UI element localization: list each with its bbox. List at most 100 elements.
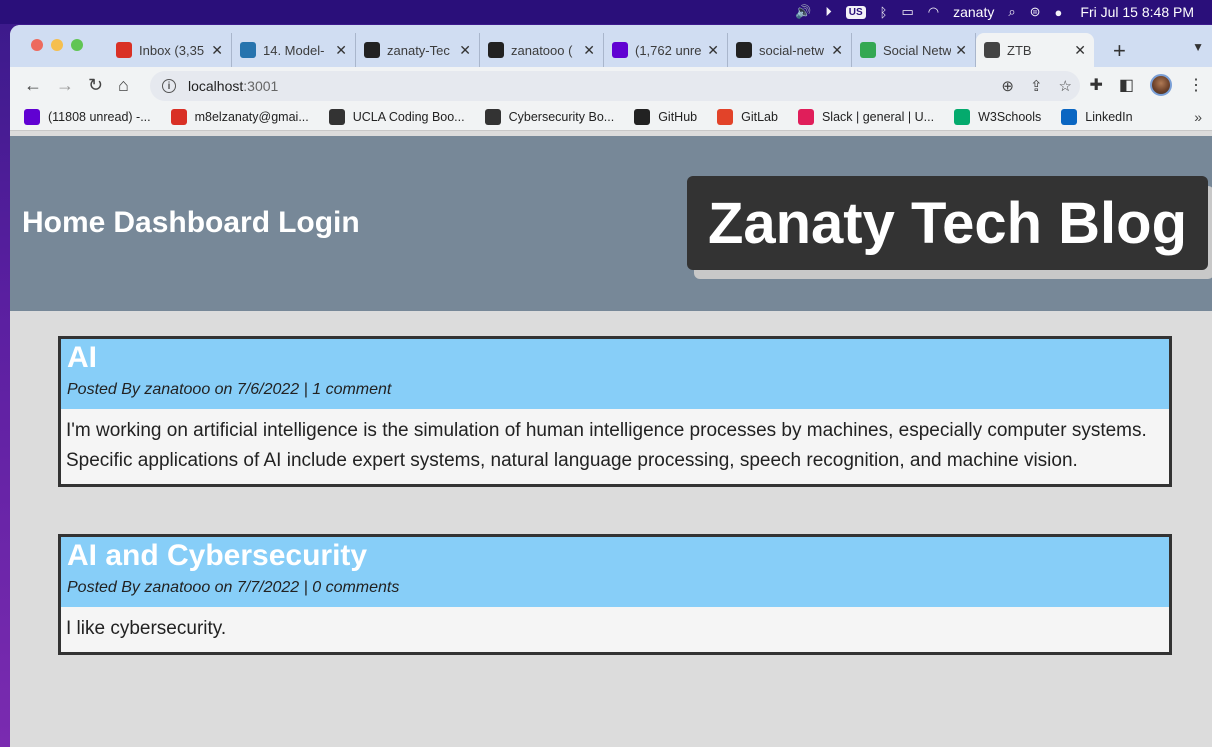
browser-tab[interactable]: (1,762 unre ✕ xyxy=(604,33,728,67)
more-bookmarks-chevron-icon[interactable]: » xyxy=(1194,109,1202,125)
home-button[interactable]: ⌂ xyxy=(118,75,129,96)
post-body: I like cybersecurity. xyxy=(66,618,227,639)
browser-tab[interactable]: zanatooo (✕ xyxy=(480,33,604,67)
bookmark-item[interactable]: Cybersecurity Bo... xyxy=(484,109,615,125)
post-meta: Posted By zanatooo on 7/6/2022 | 1 comme… xyxy=(67,381,392,398)
gmail-icon xyxy=(116,42,132,58)
url-host: localhost xyxy=(188,78,244,94)
share-icon[interactable]: ⇪ xyxy=(1030,77,1043,95)
tab-label: social-netw xyxy=(759,42,825,58)
siri-icon[interactable]: ● xyxy=(1055,5,1063,20)
side-panel-icon[interactable]: ◧ xyxy=(1119,75,1134,95)
tab-close-icon[interactable]: ✕ xyxy=(459,42,471,59)
tab-close-icon[interactable]: ✕ xyxy=(955,42,967,59)
github-icon xyxy=(736,42,752,58)
tab-close-icon[interactable]: ✕ xyxy=(831,42,843,59)
tab-label: Social Netw xyxy=(883,42,952,58)
tab-search-chevron-icon[interactable]: ▼ xyxy=(1192,40,1204,54)
battery-icon[interactable]: ▭ xyxy=(901,4,913,20)
bookmark-label: (11808 unread) -... xyxy=(48,110,151,124)
bookmark-item[interactable]: Slack | general | U... xyxy=(797,109,935,125)
menubar-user[interactable]: zanaty xyxy=(953,4,994,20)
nav-dashboard-link[interactable]: Dashboard xyxy=(113,206,270,239)
bookmark-label: UCLA Coding Boo... xyxy=(352,110,465,124)
post-title[interactable]: AI and Cybersecurity xyxy=(67,539,1163,573)
bookmark-label: GitHub xyxy=(658,110,698,124)
browser-window: Inbox (3,35 ✕ 14. Model- ✕ zanaty-Tec ✕ zanato… xyxy=(10,25,1212,747)
ucla-icon xyxy=(240,42,256,58)
post-card[interactable]: AI Posted By zanatooo on 7/6/2022 | 1 co… xyxy=(58,336,1172,487)
address-bar[interactable]: i localhost:3001 ⊕ ⇪ ☆ xyxy=(150,71,1080,101)
profile-avatar[interactable] xyxy=(1150,74,1172,96)
tab-close-icon[interactable]: ✕ xyxy=(707,42,719,59)
browser-tab[interactable]: Inbox (3,35 ✕ xyxy=(108,33,232,67)
github-icon xyxy=(364,42,380,58)
post-title[interactable]: AI xyxy=(67,341,1163,375)
browser-tab[interactable]: zanaty-Tec ✕ xyxy=(356,33,480,67)
browser-tab[interactable]: social-netw ✕ xyxy=(728,33,852,67)
bookmark-item[interactable]: GitLab xyxy=(717,109,778,125)
bookmarks-bar: (11808 unread) -... m8elzanaty@gmai... UCL… xyxy=(10,104,1212,131)
site-nav: Home Dashboard Login xyxy=(22,206,368,240)
bookmark-item[interactable]: m8elzanaty@gmai... xyxy=(170,109,309,125)
browser-tab[interactable]: Social Netw ✕ xyxy=(852,33,976,67)
site-brand-title[interactable]: Zanaty Tech Blog xyxy=(687,176,1208,270)
post-card[interactable]: AI and Cybersecurity Posted By zanatooo … xyxy=(58,534,1172,655)
input-source-badge[interactable]: US xyxy=(845,5,866,19)
post-body: I'm working on artificial intelligence i… xyxy=(66,420,1147,471)
bookmark-label: GitLab xyxy=(741,110,778,124)
browser-tab[interactable]: 14. Model- ✕ xyxy=(232,33,356,67)
github-icon xyxy=(488,42,504,58)
tab-close-icon[interactable]: ✕ xyxy=(211,42,223,59)
zoom-window-button[interactable] xyxy=(71,39,83,51)
bookmark-star-icon[interactable]: ☆ xyxy=(1059,77,1072,95)
bookmark-label: W3Schools xyxy=(978,110,1042,124)
post-meta: Posted By zanatooo on 7/7/2022 | 0 comme… xyxy=(67,579,400,596)
extensions-icon[interactable]: ✚ xyxy=(1089,75,1102,95)
forward-button[interactable]: → xyxy=(56,75,74,96)
chrome-icon xyxy=(860,42,876,58)
bookmark-item[interactable]: UCLA Coding Boo... xyxy=(328,109,465,125)
tab-close-icon[interactable]: ✕ xyxy=(335,42,347,59)
new-tab-button[interactable]: + xyxy=(1113,38,1126,64)
zoom-icon[interactable]: ⊕ xyxy=(1001,77,1014,95)
spotlight-search-icon[interactable]: ⌕ xyxy=(1008,4,1015,20)
bookmark-label: Slack | general | U... xyxy=(821,110,935,124)
reload-button[interactable]: ↻ xyxy=(88,75,103,96)
web-page: Home Dashboard Login Zanaty Tech Blog AI P… xyxy=(10,136,1212,747)
tab-label: (1,762 unre xyxy=(635,42,702,58)
close-window-button[interactable] xyxy=(31,39,43,51)
tab-close-icon[interactable]: ✕ xyxy=(1074,42,1086,59)
nav-login-link[interactable]: Login xyxy=(278,206,360,239)
back-button[interactable]: ← xyxy=(24,75,42,96)
menu-kebab-icon[interactable]: ⋮ xyxy=(1188,75,1204,95)
wifi-icon[interactable]: ◠ xyxy=(928,4,939,20)
url-port: :3001 xyxy=(243,78,279,94)
globe-icon xyxy=(328,109,345,125)
bookmark-item[interactable]: W3Schools xyxy=(954,109,1041,125)
tab-close-icon[interactable]: ✕ xyxy=(583,42,595,59)
media-play-icon[interactable]: ⏵ xyxy=(825,4,832,20)
volume-icon[interactable]: 🔊 xyxy=(795,4,811,20)
github-icon xyxy=(634,109,651,125)
tab-label: 14. Model- xyxy=(263,42,325,58)
browser-tab[interactable]: ZTB ✕ xyxy=(976,33,1094,67)
menubar-clock[interactable]: Fri Jul 15 8:48 PM xyxy=(1080,4,1194,20)
toolbar-right: ✚ ◧ ⋮ xyxy=(1089,74,1212,96)
gitlab-icon xyxy=(717,109,734,125)
minimize-window-button[interactable] xyxy=(51,39,63,51)
bookmark-item[interactable]: GitHub xyxy=(634,109,697,125)
bookmark-item[interactable]: (11808 unread) -... xyxy=(24,109,151,125)
window-controls xyxy=(31,39,83,51)
macos-menu-bar: 🔊 ⏵ US ᛒ ▭ ◠ zanaty ⌕ ⊜ ● Fri Jul 15 8:4… xyxy=(0,0,1212,24)
tab-label: ZTB xyxy=(1007,42,1032,58)
bluetooth-icon[interactable]: ᛒ xyxy=(880,5,888,20)
nav-home-link[interactable]: Home xyxy=(22,206,105,239)
bookmark-item[interactable]: LinkedIn xyxy=(1061,109,1133,125)
control-center-icon[interactable]: ⊜ xyxy=(1030,4,1041,20)
bookmark-label: Cybersecurity Bo... xyxy=(508,110,615,124)
globe-icon xyxy=(484,109,501,125)
browser-toolbar: ← → ↻ ⌂ i localhost:3001 ⊕ ⇪ ☆ ✚ ◧ ⋮ xyxy=(10,67,1212,104)
site-info-icon[interactable]: i xyxy=(162,79,176,93)
gmail-icon xyxy=(170,109,187,125)
